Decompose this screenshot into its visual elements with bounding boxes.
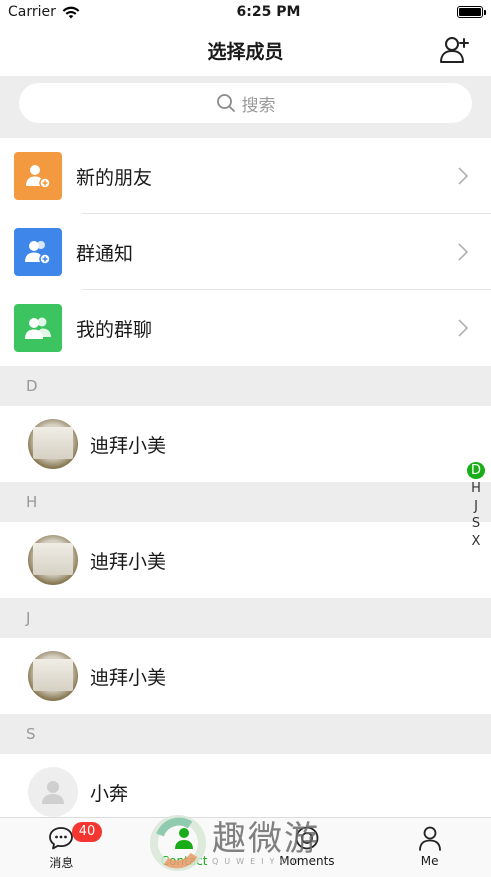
tab-label: 消息 [49, 856, 74, 870]
default-avatar-icon [28, 767, 78, 817]
new-friends-item[interactable]: 新的朋友 [0, 138, 491, 214]
group-notice-label: 群通知 [76, 242, 134, 265]
alphabet-index[interactable]: D H J S X [467, 462, 485, 550]
contact-icon [175, 828, 194, 849]
index-letter[interactable]: H [467, 480, 485, 498]
tab-messages[interactable]: 消息 40 [0, 818, 123, 877]
section-header-h: H [0, 482, 491, 522]
avatar [28, 651, 78, 701]
contact-row[interactable]: 迪拜小美 [0, 638, 491, 714]
search-icon [216, 94, 235, 112]
tab-contact[interactable]: Contact [123, 818, 246, 877]
search-placeholder: 搜索 [241, 95, 276, 116]
index-letter[interactable]: D [467, 462, 485, 479]
message-icon [49, 827, 74, 850]
new-friend-icon [14, 152, 62, 200]
tab-label: Moments [279, 854, 335, 868]
unread-badge: 40 [72, 822, 102, 842]
index-letter[interactable]: J [467, 498, 485, 516]
group-chat-icon [14, 304, 62, 352]
tab-me[interactable]: Me [368, 818, 491, 877]
contact-name: 迪拜小美 [90, 434, 167, 457]
tab-bar: 消息 40 Contact Moments Me [0, 817, 491, 877]
chevron-right-icon [458, 167, 469, 185]
moments-icon [295, 826, 319, 850]
person-icon [418, 826, 441, 851]
new-friends-label: 新的朋友 [76, 166, 153, 189]
group-notice-item[interactable]: 群通知 [0, 214, 491, 290]
group-notice-icon [14, 228, 62, 276]
chevron-right-icon [458, 319, 469, 337]
contact-name: 迪拜小美 [90, 666, 167, 689]
tab-label: Contact [160, 854, 208, 868]
my-group-chats-item[interactable]: 我的群聊 [0, 290, 491, 366]
avatar [28, 535, 78, 585]
index-letter[interactable]: S [467, 515, 485, 533]
my-group-chats-label: 我的群聊 [76, 318, 153, 341]
search-input[interactable]: 搜索 [19, 83, 472, 123]
nav-bar: 选择成员 [0, 24, 491, 76]
avatar [28, 419, 78, 469]
search-bar: 搜索 [0, 76, 491, 138]
wifi-icon [62, 6, 80, 18]
status-bar: Carrier 6:25 PM [0, 0, 491, 24]
tab-moments[interactable]: Moments [246, 818, 369, 877]
battery-icon [457, 6, 486, 18]
section-header-s: S [0, 714, 491, 754]
contact-row[interactable]: 迪拜小美 [0, 406, 491, 482]
section-header-d: D [0, 366, 491, 406]
section-header-j: J [0, 598, 491, 638]
contact-row[interactable]: 迪拜小美 [0, 522, 491, 598]
add-person-icon[interactable] [439, 34, 471, 66]
index-letter[interactable]: X [467, 533, 485, 551]
tab-label: Me [420, 854, 439, 868]
status-time: 6:25 PM [236, 4, 301, 20]
page-title: 选择成员 [207, 40, 284, 63]
contact-name: 迪拜小美 [90, 550, 167, 573]
status-left: Carrier [8, 4, 80, 20]
contact-name: 小奔 [90, 782, 129, 805]
carrier-label: Carrier [8, 4, 56, 20]
chevron-right-icon [458, 243, 469, 261]
